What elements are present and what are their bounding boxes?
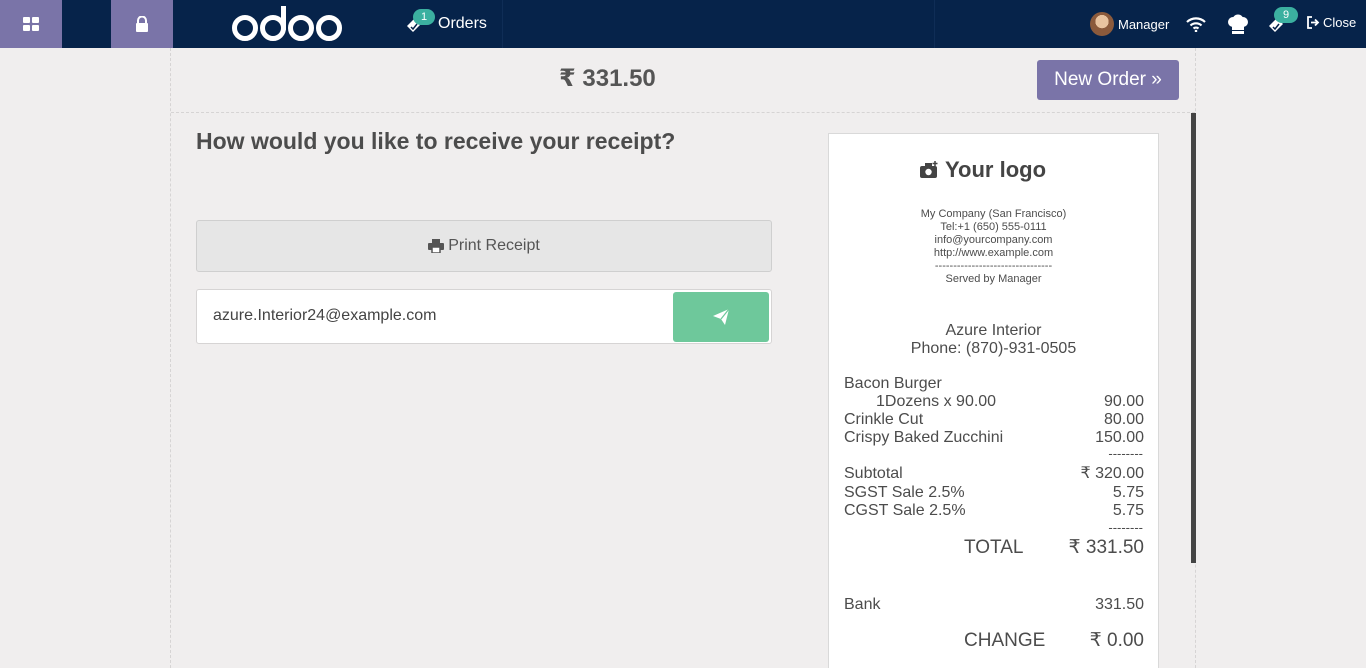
lock-icon [136, 16, 148, 32]
change-value: ₹ 0.00 [1089, 630, 1144, 651]
email-input[interactable] [213, 307, 653, 325]
receipt-logo: Your logo [919, 152, 1069, 188]
orders-count-badge: 1 [413, 9, 435, 25]
lock-button[interactable] [111, 0, 173, 48]
product-name: Crispy Baked Zucchini [844, 429, 1004, 446]
top-navbar: 1 Orders Manager 9 Close [0, 0, 1366, 48]
odoo-logo [231, 4, 343, 44]
receipt-preview: Your logo My Company (San Francisco) Tel… [828, 133, 1159, 668]
chef-hat-icon [1228, 14, 1248, 34]
payment-line: Bank 331.50 [844, 596, 1144, 614]
tax-line: CGST Sale 2.5% 5.75 [844, 502, 1144, 520]
receipt-header: ₹ 331.50 New Order » [171, 48, 1195, 113]
company-info: My Company (San Francisco) Tel:+1 (650) … [829, 208, 1158, 286]
customer-name: Azure Interior [945, 322, 1042, 339]
print-icon [428, 239, 445, 253]
total-line: TOTAL ₹ 331.50 [844, 537, 1144, 561]
user-name: Manager [1118, 16, 1170, 32]
scrollbar[interactable] [1191, 113, 1196, 563]
send-email-button[interactable] [673, 292, 769, 342]
product-qty-price: 1Dozens x 90.00 [876, 393, 997, 410]
close-button[interactable]: Close [1306, 15, 1356, 30]
user-menu[interactable]: Manager [1090, 12, 1169, 36]
subtotal-line: Subtotal ₹ 320.00 [844, 465, 1144, 483]
tax-line: SGST Sale 2.5% 5.75 [844, 484, 1144, 502]
tax-label: CGST Sale 2.5% [844, 502, 966, 519]
company-email: info@yourcompany.com [934, 234, 1053, 246]
grid-icon [23, 17, 39, 31]
served-by: Served by Manager [945, 273, 1042, 285]
product-name: Crinkle Cut [844, 411, 924, 428]
wifi-icon [1186, 17, 1206, 32]
tax-label: SGST Sale 2.5% [844, 484, 965, 501]
subtotal-value: ₹ 320.00 [1080, 465, 1144, 482]
customer-info: Azure Interior Phone: (870)-931-0505 [829, 322, 1158, 358]
order-line: Crinkle Cut 80.00 [844, 411, 1144, 429]
orders-label: Orders [438, 15, 487, 32]
subtotal-label: Subtotal [844, 465, 903, 482]
tax-value: 5.75 [1112, 484, 1144, 501]
order-line: Crispy Baked Zucchini 150.00 [844, 429, 1144, 447]
company-website: http://www.example.com [933, 247, 1054, 259]
orders-tab[interactable]: 1 Orders [393, 0, 503, 48]
email-receipt-row [196, 289, 772, 344]
print-receipt-button[interactable]: Print Receipt [196, 220, 772, 272]
tax-value: 5.75 [1112, 502, 1144, 519]
payment-method: Bank [844, 596, 881, 613]
new-order-button[interactable]: New Order » [1037, 60, 1179, 100]
tickets-button[interactable]: 9 [1264, 7, 1298, 36]
paper-plane-icon [713, 309, 729, 325]
change-label: CHANGE [964, 630, 1046, 651]
product-amount: 80.00 [1103, 411, 1144, 428]
product-amount: 150.00 [1095, 429, 1144, 446]
company-separator: -------------------------------- [934, 260, 1053, 272]
receipt-question: How would you like to receive your recei… [196, 128, 676, 154]
menu-button[interactable] [0, 0, 62, 48]
odoo-logo-graphic [232, 6, 342, 41]
print-receipt-label: Print Receipt [448, 237, 540, 254]
product-amount: 90.00 [1103, 393, 1144, 410]
wifi-status-button[interactable] [1184, 12, 1208, 36]
logo-text: Your logo [945, 157, 1047, 182]
order-total: ₹ 331.50 [559, 65, 656, 92]
receipt-screen: ₹ 331.50 New Order » How would you like … [170, 48, 1196, 668]
close-label: Close [1323, 15, 1357, 30]
company-name: My Company (San Francisco) [920, 208, 1067, 220]
total-value: ₹ 331.50 [1068, 537, 1144, 558]
total-separator: -------- [1108, 520, 1143, 535]
avatar [1090, 12, 1114, 36]
product-name: Bacon Burger [844, 375, 942, 392]
kitchen-button[interactable] [1226, 12, 1250, 36]
tickets-count-badge: 9 [1274, 7, 1298, 23]
subtotal-separator: -------- [1108, 446, 1143, 461]
company-phone: Tel:+1 (650) 555-0111 [940, 221, 1047, 233]
sign-out-icon [1307, 16, 1320, 29]
order-line: Bacon Burger [844, 375, 1144, 393]
customer-phone: Phone: (870)-931-0505 [910, 340, 1077, 357]
payment-amount: 331.50 [1095, 596, 1144, 613]
navbar-divider [934, 0, 935, 48]
order-line-detail: 1Dozens x 90.00 90.00 [844, 393, 1144, 411]
camera-icon [920, 161, 938, 178]
change-line: CHANGE ₹ 0.00 [844, 630, 1144, 654]
total-label: TOTAL [964, 537, 1024, 558]
